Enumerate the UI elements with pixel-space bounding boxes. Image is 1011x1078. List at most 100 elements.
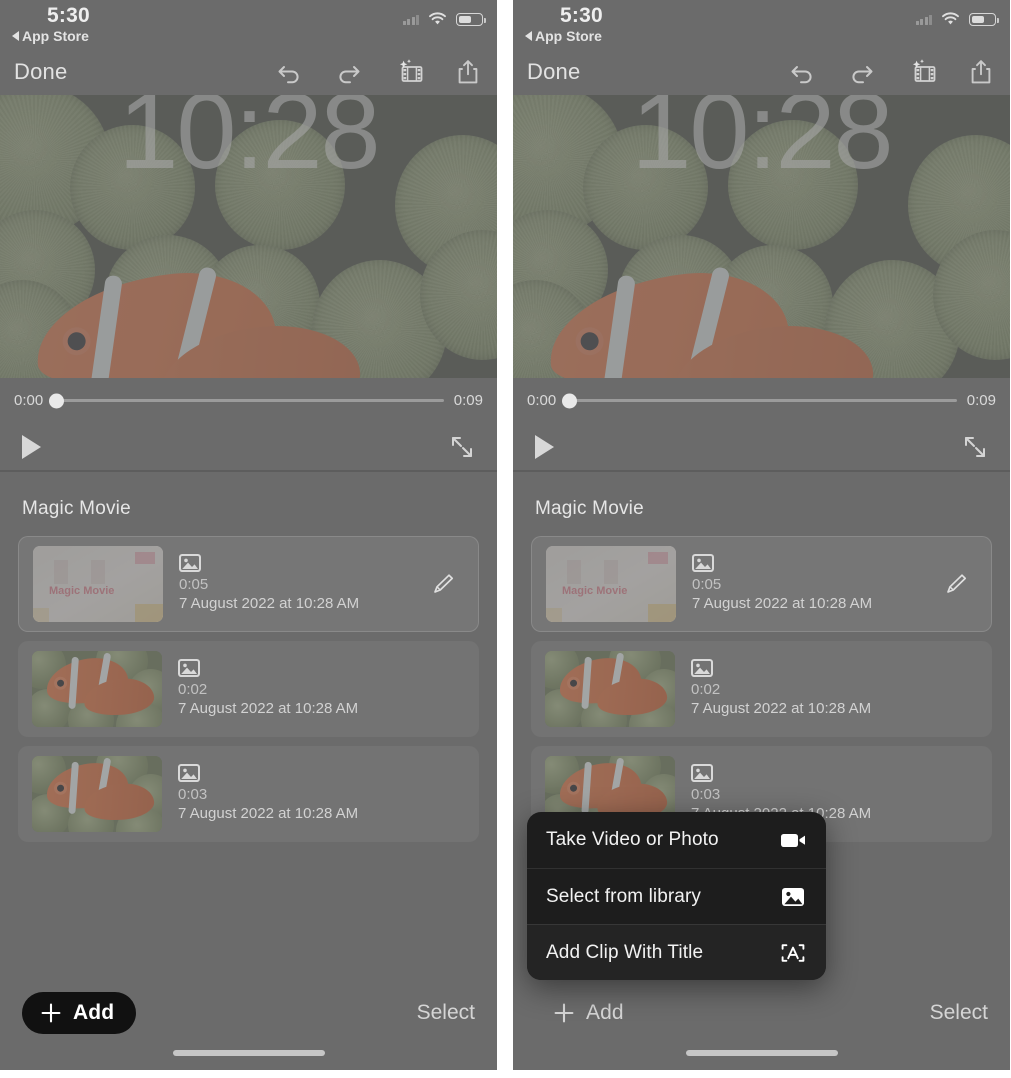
status-time: 5:30 (47, 4, 90, 27)
menu-item-label: Select from library (546, 885, 701, 907)
battery-icon (969, 12, 999, 26)
redo-icon[interactable] (335, 58, 363, 86)
transport-controls (0, 423, 497, 470)
back-label: App Store (535, 28, 602, 44)
home-indicator (172, 1050, 325, 1056)
menu-item-select-from-library[interactable]: Select from library (527, 868, 826, 924)
cellular-signal-icon (402, 14, 419, 25)
magic-movie-icon[interactable] (908, 58, 936, 86)
current-time-label: 0:00 (527, 392, 557, 409)
video-camera-icon (779, 828, 807, 852)
transport-controls (513, 423, 1010, 470)
pencil-icon[interactable] (941, 569, 971, 599)
photo-icon (692, 554, 714, 573)
clip-thumbnail: Magic Movie (33, 546, 163, 622)
magic-movie-icon[interactable] (395, 58, 423, 86)
add-button[interactable]: Add (535, 992, 646, 1034)
clip-meta: 0:05 7 August 2022 at 10:28 AM (179, 554, 428, 614)
photo-icon (179, 554, 201, 573)
clip-row[interactable]: 0:02 7 August 2022 at 10:28 AM (18, 641, 479, 737)
cellular-signal-icon (915, 14, 932, 25)
photo-icon (178, 659, 200, 678)
scrubber-track[interactable] (562, 393, 957, 408)
scrubber-knob[interactable] (49, 393, 65, 408)
clip-meta: 0:05 7 August 2022 at 10:28 AM (692, 554, 941, 614)
plus-icon (553, 1002, 575, 1024)
add-label: Add (586, 1001, 624, 1024)
phone-screen-right: 5:30 App Store Done 0:00 0:09 Magic Movi… (513, 0, 1010, 1070)
video-preview[interactable]: 10:28 (513, 95, 1010, 378)
select-button[interactable]: Select (417, 992, 475, 1025)
clip-meta: 0:03 7 August 2022 at 10:28 AM (178, 764, 465, 824)
editor-toolbar: Done (513, 48, 1010, 95)
done-button[interactable]: Done (14, 59, 67, 85)
phone-screen-left: 5:30 App Store Done 0:00 0:09 Magic Movi… (0, 0, 497, 1070)
back-to-app-store-link[interactable]: App Store (525, 28, 602, 44)
redo-icon[interactable] (848, 58, 876, 86)
home-indicator (685, 1050, 838, 1056)
clip-duration: 0:03 (178, 786, 208, 804)
menu-item-label: Take Video or Photo (546, 829, 719, 850)
clip-row[interactable]: 0:02 7 August 2022 at 10:28 AM (531, 641, 992, 737)
editor-toolbar: Done (0, 48, 497, 95)
clip-duration: 0:02 (178, 681, 208, 699)
add-label: Add (73, 1001, 115, 1024)
select-button[interactable]: Select (930, 992, 988, 1025)
add-button[interactable]: Add (22, 992, 137, 1034)
toolbar-icon-group (788, 58, 996, 86)
undo-icon[interactable] (275, 58, 303, 86)
scrubber-track[interactable] (49, 393, 444, 408)
plus-icon (40, 1002, 62, 1024)
photo-library-icon (779, 885, 807, 909)
video-preview[interactable]: 10:28 (0, 95, 497, 378)
status-bar: 5:30 App Store (0, 0, 497, 48)
share-icon[interactable] (968, 58, 996, 86)
add-context-menu: Take Video or Photo Select from library … (527, 812, 826, 980)
clip-row[interactable]: 0:03 7 August 2022 at 10:28 AM (18, 746, 479, 842)
playback-scrubber[interactable]: 0:00 0:09 (513, 378, 1010, 423)
clip-thumbnail (32, 651, 162, 727)
preview-dim-overlay (0, 95, 497, 378)
timeline-section-title: Magic Movie (535, 498, 644, 519)
undo-icon[interactable] (788, 58, 816, 86)
done-button[interactable]: Done (527, 59, 580, 85)
wifi-icon (941, 12, 960, 26)
title-text-icon (779, 941, 807, 965)
clip-thumbnail (32, 756, 162, 832)
toolbar-icon-group (275, 58, 483, 86)
play-icon[interactable] (535, 434, 554, 459)
expand-arrows-icon[interactable] (962, 434, 988, 460)
bottom-bar: Add Select (513, 978, 1010, 1070)
menu-item-add-clip-with-title[interactable]: Add Clip With Title (527, 924, 826, 980)
menu-item-take-video-or-photo[interactable]: Take Video or Photo (527, 812, 826, 868)
clip-meta: 0:02 7 August 2022 at 10:28 AM (178, 659, 465, 719)
clip-thumbnail: Magic Movie (546, 546, 676, 622)
share-icon[interactable] (455, 58, 483, 86)
timeline-section-title: Magic Movie (22, 498, 131, 519)
clip-duration: 0:02 (691, 681, 721, 699)
playback-scrubber[interactable]: 0:00 0:09 (0, 378, 497, 423)
clip-row[interactable]: Magic Movie 0:05 7 August 2022 at 10:28 … (18, 536, 479, 632)
clip-meta: 0:02 7 August 2022 at 10:28 AM (691, 659, 978, 719)
wifi-icon (428, 12, 447, 26)
clip-datetime: 7 August 2022 at 10:28 AM (692, 595, 873, 612)
scrubber-knob[interactable] (562, 393, 578, 408)
back-label: App Store (22, 28, 89, 44)
clip-duration: 0:05 (692, 576, 722, 594)
pencil-icon[interactable] (428, 569, 458, 599)
expand-arrows-icon[interactable] (449, 434, 475, 460)
clip-datetime: 7 August 2022 at 10:28 AM (179, 595, 360, 612)
photo-icon (178, 764, 200, 783)
clip-duration: 0:03 (691, 786, 721, 804)
clip-duration: 0:05 (179, 576, 209, 594)
triangle-left-icon (525, 31, 532, 41)
clip-row[interactable]: Magic Movie 0:05 7 August 2022 at 10:28 … (531, 536, 992, 632)
total-time-label: 0:09 (966, 392, 996, 409)
status-indicators (915, 12, 999, 26)
play-icon[interactable] (22, 434, 41, 459)
photo-icon (691, 659, 713, 678)
triangle-left-icon (12, 31, 19, 41)
back-to-app-store-link[interactable]: App Store (12, 28, 89, 44)
clip-thumbnail (545, 651, 675, 727)
clip-list: Magic Movie 0:05 7 August 2022 at 10:28 … (0, 536, 497, 842)
